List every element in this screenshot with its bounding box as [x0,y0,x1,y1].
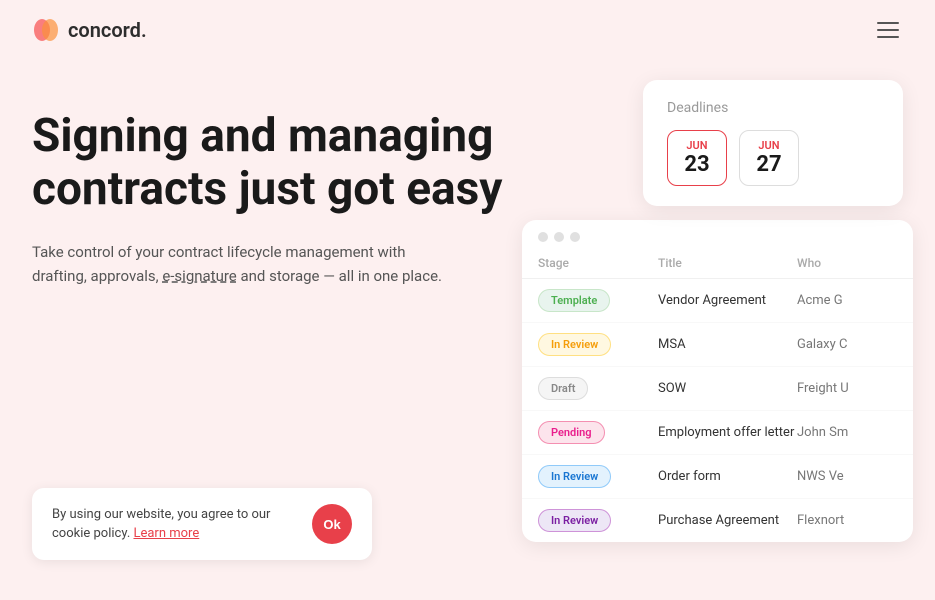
deadline-day-2: 27 [754,152,784,177]
row-who-1: Acme G [797,293,897,308]
row-who-4: John Sm [797,425,897,440]
row-title-4: Employment offer letter [658,425,797,440]
hamburger-menu[interactable] [873,18,903,42]
hamburger-line-3 [877,36,899,38]
table-row: Draft SOW Freight U [522,367,913,411]
cookie-text: By using our website, you agree to our c… [52,505,292,544]
logo-text: concord. [68,18,147,42]
col-title: Title [658,256,797,270]
deadline-dates: Jun 23 Jun 27 [667,130,879,186]
hamburger-line-1 [877,22,899,24]
table-row: Template Vendor Agreement Acme G [522,279,913,323]
hero-right: Deadlines Jun 23 Jun 27 Stage [532,80,903,600]
navbar: concord. [0,0,935,60]
contracts-table-card: Stage Title Who Template Vendor Agreemen… [522,220,913,542]
badge-pending: Pending [538,421,658,444]
deadlines-card: Deadlines Jun 23 Jun 27 [643,80,903,206]
esignature-text: e-signature [162,267,236,285]
window-dots [522,220,913,250]
col-who: Who [797,256,897,270]
row-title-5: Order form [658,469,797,484]
dot-3 [570,232,580,242]
row-title-3: SOW [658,381,797,396]
table-row: In Review Order form NWS Ve [522,455,913,499]
row-who-3: Freight U [797,381,897,396]
hero-subtext: Take control of your contract lifecycle … [32,240,462,288]
row-who-2: Galaxy C [797,337,897,352]
row-title-6: Purchase Agreement [658,513,797,528]
row-who-6: Flexnort [797,513,897,528]
cookie-learn-more-link[interactable]: Learn more [133,526,199,541]
badge-in-review-2: In Review [538,465,658,488]
deadline-month-1: Jun [682,139,712,152]
cookie-banner: By using our website, you agree to our c… [32,488,372,560]
logo[interactable]: concord. [32,16,147,44]
badge-in-review-1: In Review [538,333,658,356]
row-title-1: Vendor Agreement [658,293,797,308]
table-row: In Review Purchase Agreement Flexnort [522,499,913,542]
table-header: Stage Title Who [522,250,913,279]
deadline-month-2: Jun [754,139,784,152]
logo-icon [32,16,60,44]
hero-headline: Signing and managing contracts just got … [32,110,532,216]
badge-template: Template [538,289,658,312]
table-row: In Review MSA Galaxy C [522,323,913,367]
hamburger-line-2 [877,29,899,31]
row-who-5: NWS Ve [797,469,897,484]
badge-draft: Draft [538,377,658,400]
deadline-date-1[interactable]: Jun 23 [667,130,727,186]
dot-2 [554,232,564,242]
col-stage: Stage [538,256,658,270]
deadline-day-1: 23 [682,152,712,177]
row-title-2: MSA [658,337,797,352]
deadline-date-2[interactable]: Jun 27 [739,130,799,186]
cookie-ok-button[interactable]: Ok [312,504,352,544]
deadlines-title: Deadlines [667,100,879,116]
badge-in-review-3: In Review [538,509,658,532]
table-row: Pending Employment offer letter John Sm [522,411,913,455]
dot-1 [538,232,548,242]
